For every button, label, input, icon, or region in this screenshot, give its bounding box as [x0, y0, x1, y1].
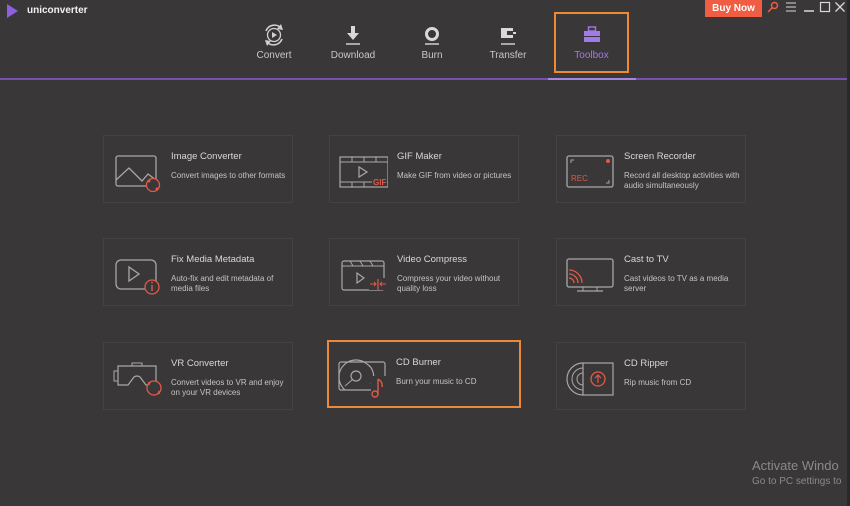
- convert-icon: [265, 24, 283, 46]
- tab-transfer-label: Transfer: [489, 50, 527, 61]
- tool-title: Screen Recorder: [624, 151, 696, 162]
- windows-activation-watermark: Activate Windo Go to PC settings to: [752, 458, 842, 487]
- tool-title: Cast to TV: [624, 254, 669, 265]
- tab-convert-label: Convert: [256, 50, 292, 61]
- svg-text:REC: REC: [571, 174, 588, 183]
- cast-to-tv-icon: [566, 258, 614, 292]
- nav-divider: [0, 78, 850, 80]
- tab-toolbox[interactable]: Toolbox: [554, 12, 629, 73]
- burn-icon: [425, 27, 439, 45]
- vr-converter-icon: [113, 362, 162, 396]
- cd-burner-icon: [338, 359, 387, 398]
- tool-description: Burn your music to CD: [396, 377, 477, 386]
- tool-card-gif-maker[interactable]: GIF GIF Maker Make GIF from video or pic…: [329, 135, 519, 203]
- nav-active-indicator: [548, 78, 636, 80]
- tab-burn[interactable]: Burn: [396, 12, 468, 72]
- tool-card-image-converter[interactable]: Image Converter Convert images to other …: [103, 135, 293, 203]
- tool-title: Fix Media Metadata: [171, 254, 255, 265]
- watermark-line2: Go to PC settings to: [752, 476, 842, 487]
- toolbox-icon: [583, 26, 600, 42]
- svg-text:GIF: GIF: [373, 178, 386, 187]
- download-icon: [346, 26, 360, 45]
- tool-title: CD Ripper: [624, 358, 669, 369]
- tab-burn-label: Burn: [421, 50, 443, 61]
- tool-card-cd-ripper[interactable]: CD Ripper Rip music from CD: [556, 342, 746, 410]
- screen-recorder-icon: REC: [566, 155, 614, 188]
- tool-description: Convert images to other formats: [171, 171, 286, 180]
- tool-title: CD Burner: [396, 357, 441, 368]
- tool-card-video-compress[interactable]: Video Compress Compress your video witho…: [329, 238, 519, 306]
- watermark-line1: Activate Windo: [752, 458, 839, 473]
- tool-description: Record all desktop activities with audio…: [624, 171, 740, 190]
- gif-maker-icon: GIF: [339, 156, 388, 188]
- tool-title: Video Compress: [397, 254, 468, 265]
- cd-ripper-icon: [566, 362, 614, 396]
- tool-title: Image Converter: [171, 151, 242, 162]
- tool-description: Auto-fix and edit metadata of media file…: [171, 274, 274, 293]
- tool-description: Compress your video without quality loss: [397, 274, 501, 293]
- tool-title: GIF Maker: [397, 151, 442, 162]
- tool-description: Rip music from CD: [624, 378, 692, 387]
- tool-description: Make GIF from video or pictures: [397, 171, 512, 180]
- tool-card-fix-media-metadata[interactable]: Fix Media Metadata Auto-fix and edit met…: [103, 238, 293, 306]
- tool-card-cast-to-tv[interactable]: Cast to TV Cast videos to TV as a media …: [556, 238, 746, 306]
- tool-card-vr-converter[interactable]: VR Converter Convert videos to VR and en…: [103, 342, 293, 410]
- transfer-icon: [501, 28, 516, 45]
- tool-description: Cast videos to TV as a media server: [624, 274, 729, 293]
- tab-convert[interactable]: Convert: [238, 12, 310, 72]
- tab-download-label: Download: [330, 50, 376, 61]
- tab-download[interactable]: Download: [317, 12, 389, 72]
- main-nav: Convert Download Burn Transfer Toolbox: [0, 12, 850, 78]
- video-compress-icon: [341, 260, 387, 291]
- tool-description: Convert videos to VR and enjoy on your V…: [171, 378, 284, 397]
- tool-title: VR Converter: [171, 358, 229, 369]
- tab-transfer[interactable]: Transfer: [472, 12, 544, 72]
- image-converter-icon: [115, 155, 161, 192]
- tool-card-cd-burner[interactable]: CD Burner Burn your music to CD: [327, 340, 521, 408]
- tab-toolbox-label: Toolbox: [574, 50, 609, 61]
- fix-metadata-icon: [115, 259, 160, 295]
- tool-card-screen-recorder[interactable]: REC Screen Recorder Record all desktop a…: [556, 135, 746, 203]
